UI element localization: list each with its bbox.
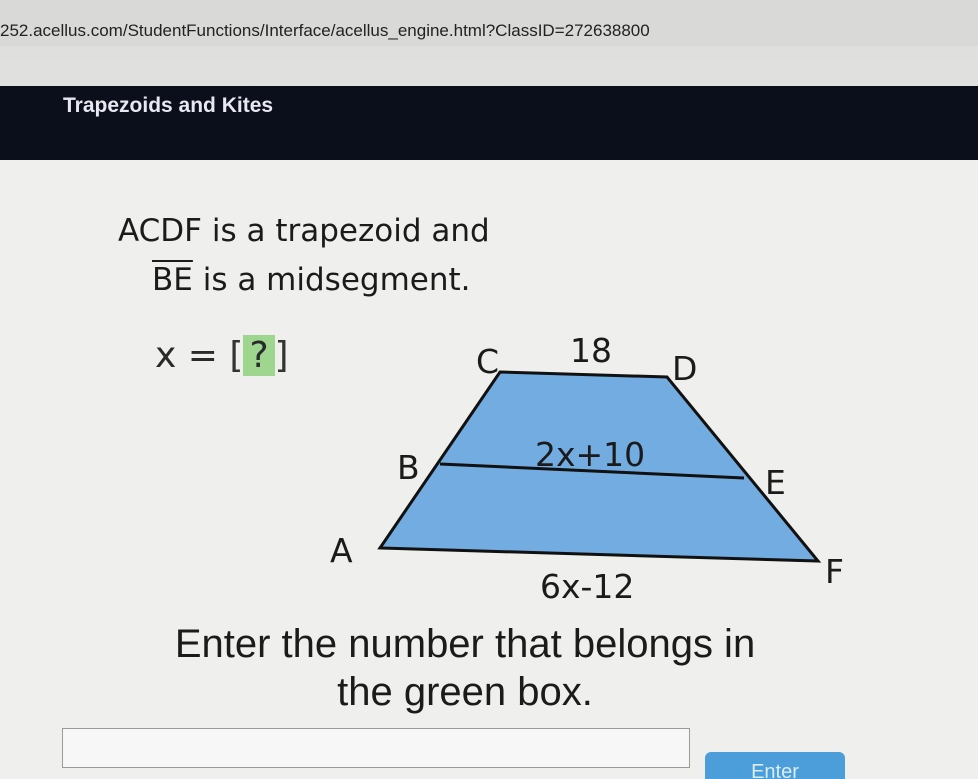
instructions-line-2: the green box.	[337, 670, 593, 714]
answer-input[interactable]	[62, 728, 690, 768]
vertex-label-c: C	[476, 342, 499, 381]
enter-button[interactable]: Enter	[705, 752, 845, 779]
vertex-label-b: B	[397, 448, 420, 487]
bottom-base-length: 6x-12	[540, 567, 634, 606]
acellus-page: 252.acellus.com/StudentFunctions/Interfa…	[0, 0, 978, 779]
vertex-label-d: D	[672, 349, 697, 388]
vertex-label-e: E	[765, 463, 786, 502]
top-base-length: 18	[570, 331, 612, 370]
instructions: Enter the number that belongs in the gre…	[0, 620, 930, 716]
vertex-label-f: F	[825, 552, 844, 591]
midsegment-length: 2x+10	[535, 435, 645, 474]
vertex-label-a: A	[330, 531, 353, 570]
instructions-line-1: Enter the number that belongs in	[174, 622, 756, 666]
